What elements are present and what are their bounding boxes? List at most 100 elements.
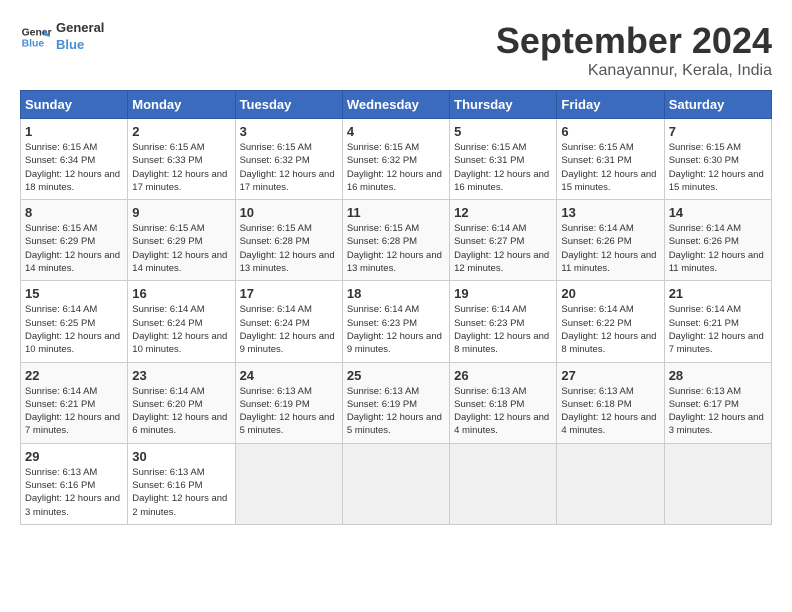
- calendar-day-cell: 23 Sunrise: 6:14 AMSunset: 6:20 PMDaylig…: [128, 362, 235, 443]
- logo: General Blue General Blue: [20, 20, 104, 54]
- calendar-day-cell: [450, 443, 557, 524]
- calendar-week-row: 1 Sunrise: 6:15 AMSunset: 6:34 PMDayligh…: [21, 119, 772, 200]
- day-number: 29: [25, 449, 123, 464]
- calendar-day-cell: [342, 443, 449, 524]
- day-info: Sunrise: 6:15 AMSunset: 6:31 PMDaylight:…: [561, 142, 656, 193]
- day-number: 12: [454, 205, 552, 220]
- weekday-header-row: Sunday Monday Tuesday Wednesday Thursday…: [21, 91, 772, 119]
- day-info: Sunrise: 6:13 AMSunset: 6:18 PMDaylight:…: [561, 386, 656, 437]
- day-info: Sunrise: 6:15 AMSunset: 6:28 PMDaylight:…: [240, 223, 335, 274]
- calendar-day-cell: [664, 443, 771, 524]
- calendar-day-cell: 22 Sunrise: 6:14 AMSunset: 6:21 PMDaylig…: [21, 362, 128, 443]
- calendar-table: Sunday Monday Tuesday Wednesday Thursday…: [20, 90, 772, 525]
- location-subtitle: Kanayannur, Kerala, India: [496, 62, 772, 80]
- calendar-day-cell: 2 Sunrise: 6:15 AMSunset: 6:33 PMDayligh…: [128, 119, 235, 200]
- day-number: 5: [454, 124, 552, 139]
- day-number: 25: [347, 368, 445, 383]
- day-info: Sunrise: 6:15 AMSunset: 6:33 PMDaylight:…: [132, 142, 227, 193]
- day-number: 1: [25, 124, 123, 139]
- day-number: 11: [347, 205, 445, 220]
- calendar-day-cell: 10 Sunrise: 6:15 AMSunset: 6:28 PMDaylig…: [235, 200, 342, 281]
- day-info: Sunrise: 6:14 AMSunset: 6:26 PMDaylight:…: [669, 223, 764, 274]
- page-header: General Blue General Blue September 2024…: [20, 20, 772, 80]
- day-info: Sunrise: 6:14 AMSunset: 6:24 PMDaylight:…: [240, 304, 335, 355]
- calendar-day-cell: 18 Sunrise: 6:14 AMSunset: 6:23 PMDaylig…: [342, 281, 449, 362]
- title-block: September 2024 Kanayannur, Kerala, India: [496, 20, 772, 80]
- calendar-day-cell: 16 Sunrise: 6:14 AMSunset: 6:24 PMDaylig…: [128, 281, 235, 362]
- calendar-day-cell: 19 Sunrise: 6:14 AMSunset: 6:23 PMDaylig…: [450, 281, 557, 362]
- header-monday: Monday: [128, 91, 235, 119]
- day-info: Sunrise: 6:15 AMSunset: 6:32 PMDaylight:…: [240, 142, 335, 193]
- day-info: Sunrise: 6:14 AMSunset: 6:26 PMDaylight:…: [561, 223, 656, 274]
- day-number: 2: [132, 124, 230, 139]
- day-number: 15: [25, 286, 123, 301]
- header-sunday: Sunday: [21, 91, 128, 119]
- calendar-day-cell: 21 Sunrise: 6:14 AMSunset: 6:21 PMDaylig…: [664, 281, 771, 362]
- header-tuesday: Tuesday: [235, 91, 342, 119]
- calendar-day-cell: 4 Sunrise: 6:15 AMSunset: 6:32 PMDayligh…: [342, 119, 449, 200]
- day-number: 13: [561, 205, 659, 220]
- day-info: Sunrise: 6:13 AMSunset: 6:18 PMDaylight:…: [454, 386, 549, 437]
- calendar-day-cell: 13 Sunrise: 6:14 AMSunset: 6:26 PMDaylig…: [557, 200, 664, 281]
- day-info: Sunrise: 6:15 AMSunset: 6:34 PMDaylight:…: [25, 142, 120, 193]
- calendar-day-cell: 28 Sunrise: 6:13 AMSunset: 6:17 PMDaylig…: [664, 362, 771, 443]
- calendar-day-cell: 9 Sunrise: 6:15 AMSunset: 6:29 PMDayligh…: [128, 200, 235, 281]
- day-number: 6: [561, 124, 659, 139]
- header-saturday: Saturday: [664, 91, 771, 119]
- logo-icon: General Blue: [20, 21, 52, 53]
- day-number: 17: [240, 286, 338, 301]
- day-number: 23: [132, 368, 230, 383]
- day-number: 18: [347, 286, 445, 301]
- day-number: 27: [561, 368, 659, 383]
- day-info: Sunrise: 6:14 AMSunset: 6:21 PMDaylight:…: [669, 304, 764, 355]
- calendar-day-cell: 25 Sunrise: 6:13 AMSunset: 6:19 PMDaylig…: [342, 362, 449, 443]
- svg-text:Blue: Blue: [22, 38, 45, 49]
- day-number: 21: [669, 286, 767, 301]
- calendar-day-cell: 27 Sunrise: 6:13 AMSunset: 6:18 PMDaylig…: [557, 362, 664, 443]
- calendar-week-row: 29 Sunrise: 6:13 AMSunset: 6:16 PMDaylig…: [21, 443, 772, 524]
- calendar-week-row: 8 Sunrise: 6:15 AMSunset: 6:29 PMDayligh…: [21, 200, 772, 281]
- day-info: Sunrise: 6:14 AMSunset: 6:23 PMDaylight:…: [454, 304, 549, 355]
- day-info: Sunrise: 6:15 AMSunset: 6:28 PMDaylight:…: [347, 223, 442, 274]
- day-info: Sunrise: 6:13 AMSunset: 6:16 PMDaylight:…: [132, 467, 227, 518]
- header-wednesday: Wednesday: [342, 91, 449, 119]
- calendar-day-cell: 3 Sunrise: 6:15 AMSunset: 6:32 PMDayligh…: [235, 119, 342, 200]
- day-info: Sunrise: 6:14 AMSunset: 6:23 PMDaylight:…: [347, 304, 442, 355]
- day-number: 10: [240, 205, 338, 220]
- calendar-day-cell: 30 Sunrise: 6:13 AMSunset: 6:16 PMDaylig…: [128, 443, 235, 524]
- day-number: 20: [561, 286, 659, 301]
- day-number: 22: [25, 368, 123, 383]
- calendar-day-cell: 29 Sunrise: 6:13 AMSunset: 6:16 PMDaylig…: [21, 443, 128, 524]
- day-info: Sunrise: 6:15 AMSunset: 6:29 PMDaylight:…: [25, 223, 120, 274]
- calendar-week-row: 22 Sunrise: 6:14 AMSunset: 6:21 PMDaylig…: [21, 362, 772, 443]
- header-thursday: Thursday: [450, 91, 557, 119]
- day-info: Sunrise: 6:13 AMSunset: 6:19 PMDaylight:…: [347, 386, 442, 437]
- day-info: Sunrise: 6:15 AMSunset: 6:29 PMDaylight:…: [132, 223, 227, 274]
- header-friday: Friday: [557, 91, 664, 119]
- day-info: Sunrise: 6:14 AMSunset: 6:25 PMDaylight:…: [25, 304, 120, 355]
- logo-text: General Blue: [56, 20, 104, 54]
- day-info: Sunrise: 6:14 AMSunset: 6:21 PMDaylight:…: [25, 386, 120, 437]
- day-info: Sunrise: 6:13 AMSunset: 6:17 PMDaylight:…: [669, 386, 764, 437]
- day-number: 30: [132, 449, 230, 464]
- day-number: 8: [25, 205, 123, 220]
- calendar-day-cell: 1 Sunrise: 6:15 AMSunset: 6:34 PMDayligh…: [21, 119, 128, 200]
- day-number: 24: [240, 368, 338, 383]
- day-info: Sunrise: 6:14 AMSunset: 6:20 PMDaylight:…: [132, 386, 227, 437]
- day-info: Sunrise: 6:13 AMSunset: 6:19 PMDaylight:…: [240, 386, 335, 437]
- calendar-day-cell: [557, 443, 664, 524]
- day-number: 26: [454, 368, 552, 383]
- calendar-day-cell: 26 Sunrise: 6:13 AMSunset: 6:18 PMDaylig…: [450, 362, 557, 443]
- calendar-day-cell: 8 Sunrise: 6:15 AMSunset: 6:29 PMDayligh…: [21, 200, 128, 281]
- month-title: September 2024: [496, 20, 772, 62]
- day-number: 19: [454, 286, 552, 301]
- calendar-day-cell: 6 Sunrise: 6:15 AMSunset: 6:31 PMDayligh…: [557, 119, 664, 200]
- day-info: Sunrise: 6:14 AMSunset: 6:22 PMDaylight:…: [561, 304, 656, 355]
- calendar-day-cell: [235, 443, 342, 524]
- calendar-day-cell: 20 Sunrise: 6:14 AMSunset: 6:22 PMDaylig…: [557, 281, 664, 362]
- day-number: 9: [132, 205, 230, 220]
- day-info: Sunrise: 6:14 AMSunset: 6:27 PMDaylight:…: [454, 223, 549, 274]
- day-info: Sunrise: 6:15 AMSunset: 6:32 PMDaylight:…: [347, 142, 442, 193]
- calendar-day-cell: 24 Sunrise: 6:13 AMSunset: 6:19 PMDaylig…: [235, 362, 342, 443]
- day-info: Sunrise: 6:14 AMSunset: 6:24 PMDaylight:…: [132, 304, 227, 355]
